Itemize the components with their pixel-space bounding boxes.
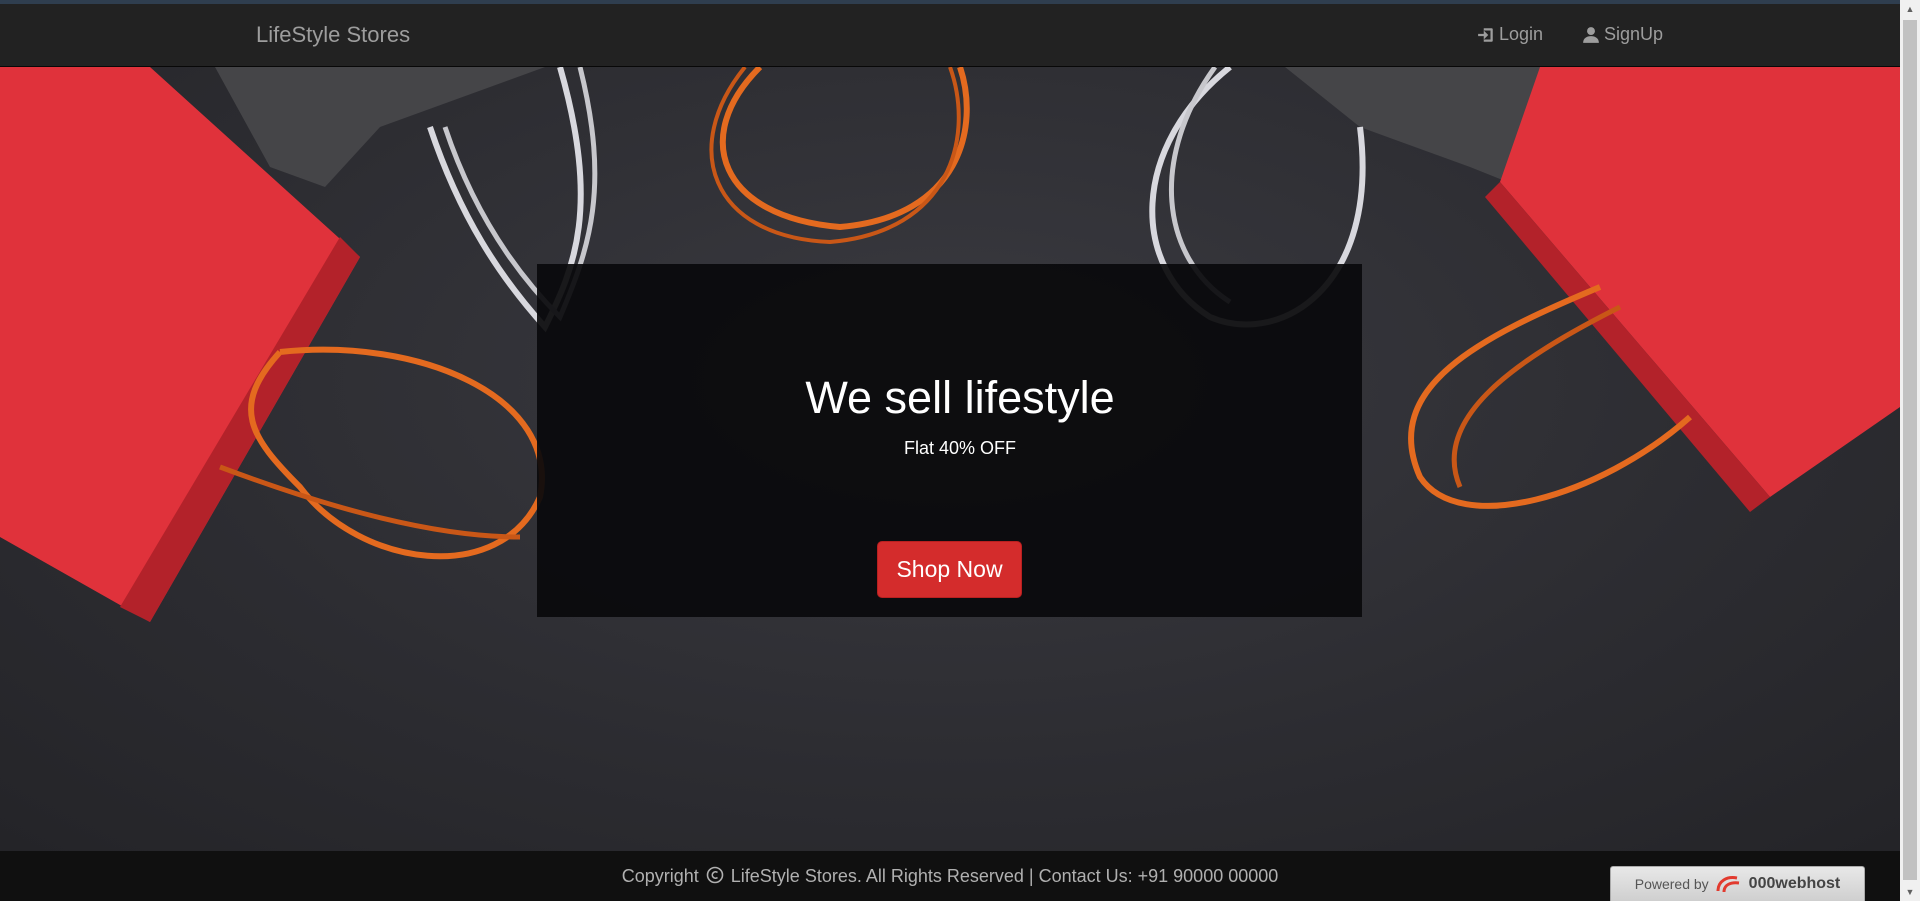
copyright-text: LifeStyle Stores. All Rights Reserved | … bbox=[730, 866, 1279, 886]
scrollbar-thumb[interactable] bbox=[1903, 20, 1917, 880]
brand-link[interactable]: LifeStyle Stores bbox=[256, 22, 410, 48]
copyright-icon bbox=[706, 866, 724, 884]
navbar: LifeStyle Stores Login SignUp bbox=[0, 4, 1900, 67]
webhost-logo-icon bbox=[1716, 876, 1739, 893]
login-link[interactable]: Login bbox=[1477, 24, 1543, 45]
powered-by-label: Powered by bbox=[1634, 876, 1709, 892]
copyright-prefix: Copyright bbox=[621, 866, 699, 886]
signup-link[interactable]: SignUp bbox=[1582, 24, 1663, 45]
vertical-scrollbar[interactable]: ▲ ▼ bbox=[1900, 0, 1920, 901]
scroll-up-arrow-icon[interactable]: ▲ bbox=[1900, 0, 1920, 18]
powered-by-host: 000webhost bbox=[1748, 875, 1841, 892]
hero-subtitle: Flat 40% OFF bbox=[903, 438, 1017, 458]
scroll-down-arrow-icon[interactable]: ▼ bbox=[1900, 883, 1920, 901]
login-label: Login bbox=[1499, 24, 1544, 44]
hero-title: We sell lifestyle bbox=[805, 372, 1115, 423]
shop-now-button[interactable]: Shop Now bbox=[877, 541, 1022, 598]
user-icon bbox=[1583, 26, 1599, 43]
powered-by-badge[interactable]: Powered by 000webhost bbox=[1610, 866, 1865, 901]
signup-label: SignUp bbox=[1604, 24, 1664, 44]
log-in-icon bbox=[1478, 27, 1493, 42]
